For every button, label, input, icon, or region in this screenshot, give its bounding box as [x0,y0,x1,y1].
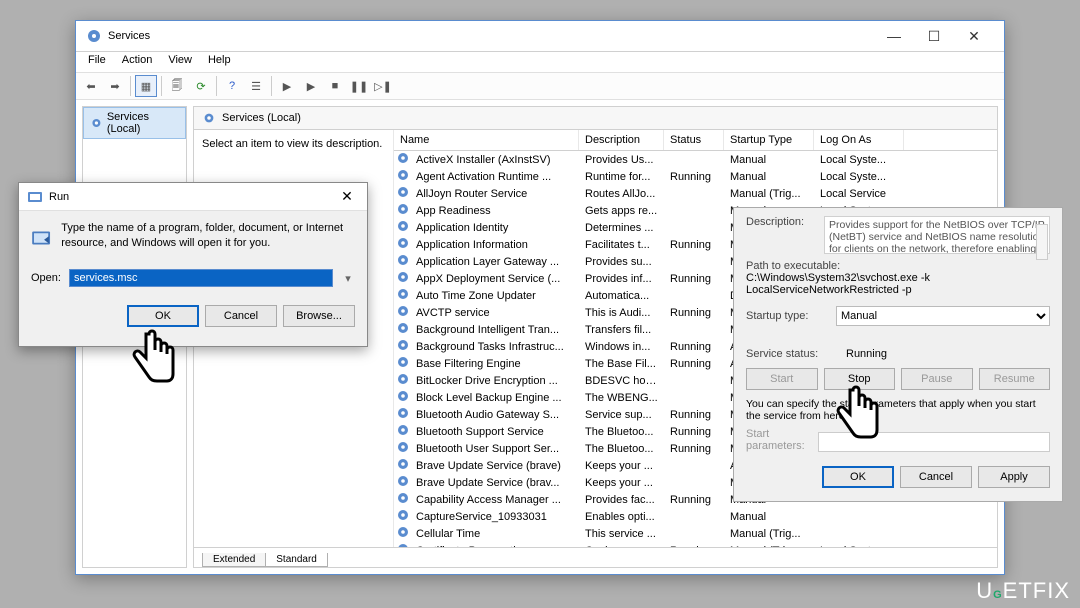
run-ok-button[interactable]: OK [127,305,199,327]
props-resume-button[interactable]: Resume [979,368,1051,390]
menubar: File Action View Help [76,52,1004,72]
props-apply-button[interactable]: Apply [978,466,1050,488]
props-desc-label: Description: [746,216,816,254]
table-row[interactable]: CaptureService_10933031Enables opti...Ma… [394,508,997,525]
run-open-input[interactable] [69,269,333,287]
play2-icon[interactable]: ▶ [300,75,322,97]
props-startparams-label: Start parameters: [746,428,810,452]
list-header-title: Services (Local) [222,112,301,124]
tree-item-label: Services (Local) [107,111,179,135]
props-path-label: Path to executable: [746,260,1050,272]
table-row[interactable]: ActiveX Installer (AxInstSV)Provides Us.… [394,151,997,168]
run-cancel-button[interactable]: Cancel [205,305,277,327]
service-properties-panel: Description: Provides support for the Ne… [733,207,1063,502]
dropdown-icon[interactable]: ▾ [341,272,355,285]
props-cancel-button[interactable]: Cancel [900,466,972,488]
col-name[interactable]: Name [394,130,579,150]
run-app-icon [27,189,43,205]
back-icon[interactable]: ⬅ [80,75,102,97]
gear-icon [202,111,216,125]
tree-item-services-local[interactable]: Services (Local) [83,107,186,139]
forward-icon[interactable]: ➡ [104,75,126,97]
table-row[interactable]: Cellular TimeThis service ...Manual (Tri… [394,525,997,542]
pause-icon[interactable]: ❚❚ [348,75,370,97]
table-row[interactable]: Agent Activation Runtime ...Runtime for.… [394,168,997,185]
minimize-button[interactable]: — [874,24,914,48]
col-description[interactable]: Description [579,130,664,150]
run-browse-button[interactable]: Browse... [283,305,355,327]
play-icon[interactable]: ▶ [276,75,298,97]
run-message: Type the name of a program, folder, docu… [61,221,355,255]
description-hint: Select an item to view its description. [202,138,382,150]
gear-icon [90,116,103,130]
props-ok-button[interactable]: OK [822,466,894,488]
props-startparams-input[interactable] [818,432,1050,452]
run-open-label: Open: [31,272,61,284]
tab-extended[interactable]: Extended [202,553,266,567]
props-status-value: Running [846,348,887,360]
run-dialog: Run ✕ Type the name of a program, folder… [18,182,368,347]
props-startup-label: Startup type: [746,310,826,322]
menu-view[interactable]: View [160,52,200,72]
titlebar[interactable]: Services — ☐ ✕ [76,21,1004,52]
properties-icon[interactable]: ☰ [245,75,267,97]
watermark: UGETFIX [976,578,1070,604]
props-pause-button[interactable]: Pause [901,368,973,390]
tab-standard[interactable]: Standard [265,553,328,567]
props-start-button[interactable]: Start [746,368,818,390]
tab-strip: Extended Standard [194,547,997,567]
toolbar: ⬅ ➡ ▦ 🗐 ⟳ ? ☰ ▶ ▶ ■ ❚❚ ▷❚ [76,72,1004,100]
col-status[interactable]: Status [664,130,724,150]
list-header: Services (Local) [194,107,997,130]
export-icon[interactable]: 🗐 [166,75,188,97]
props-stop-button[interactable]: Stop [824,368,896,390]
menu-help[interactable]: Help [200,52,239,72]
props-startup-select[interactable]: Manual [836,306,1050,326]
window-title: Services [108,30,150,42]
help-icon[interactable]: ? [221,75,243,97]
run-close-button[interactable]: ✕ [335,188,359,205]
restart-icon[interactable]: ▷❚ [372,75,394,97]
show-hide-icon[interactable]: ▦ [135,75,157,97]
run-titlebar[interactable]: Run ✕ [19,183,367,211]
stop-icon[interactable]: ■ [324,75,346,97]
maximize-button[interactable]: ☐ [914,24,954,48]
menu-action[interactable]: Action [114,52,161,72]
props-path-value: C:\Windows\System32\svchost.exe -k Local… [746,272,1050,296]
props-help-text: You can specify the start parameters tha… [746,398,1050,422]
menu-file[interactable]: File [80,52,114,72]
run-title: Run [49,191,69,203]
col-startup[interactable]: Startup Type [724,130,814,150]
scrollbar[interactable] [1036,224,1048,260]
column-headers[interactable]: Name Description Status Startup Type Log… [394,130,997,151]
run-icon [31,221,51,255]
table-row[interactable]: AllJoyn Router ServiceRoutes AllJo...Man… [394,185,997,202]
col-logon[interactable]: Log On As [814,130,904,150]
refresh-icon[interactable]: ⟳ [190,75,212,97]
close-button[interactable]: ✕ [954,24,994,48]
services-app-icon [86,28,102,44]
props-status-label: Service status: [746,348,836,360]
props-desc-text: Provides support for the NetBIOS over TC… [824,216,1050,254]
